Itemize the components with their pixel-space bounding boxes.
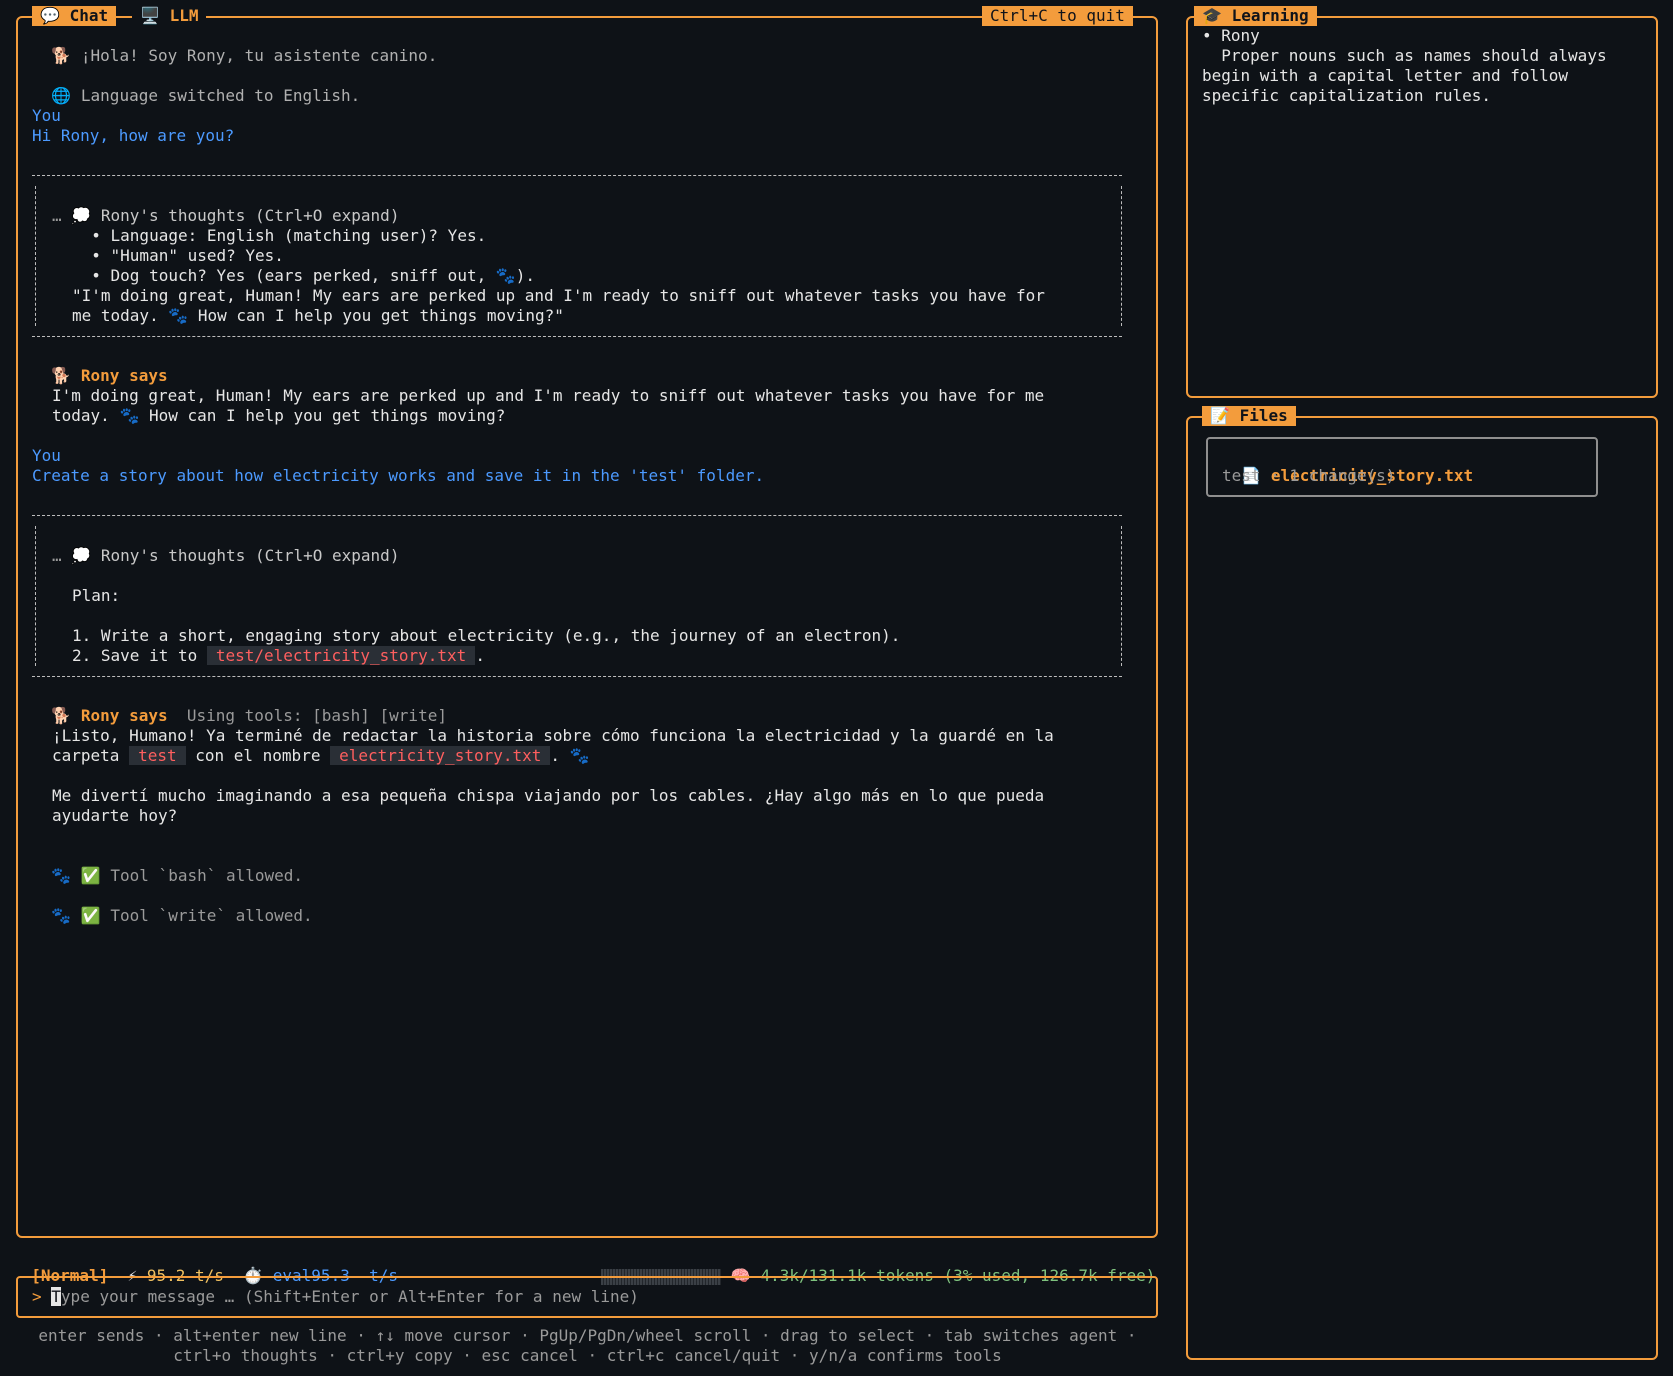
dog-icon: 🐕 (51, 46, 72, 65)
learning-item-text: begin with a capital letter and follow (1202, 66, 1569, 85)
tool-notice: 🐾 ✅ Tool `write` allowed. (32, 886, 313, 926)
assistant-message: ¡Listo, Humano! Ya terminé de redactar l… (52, 726, 1054, 745)
tools-note: Using tools: [bash] [write] (186, 706, 447, 725)
learning-item-text: specific capitalization rules. (1202, 86, 1491, 105)
prompt-symbol: > (32, 1287, 42, 1306)
tool-notice: 🐾 ✅ Tool `bash` allowed. (32, 846, 303, 886)
paw-icon: 🐾 (168, 306, 189, 325)
paw-icon: 🐾 (51, 906, 72, 925)
assistant-header: 🐕 Rony says (32, 346, 168, 386)
plan-label: Plan: (72, 586, 121, 605)
learning-item-name: • Rony (1202, 26, 1260, 45)
assistant-message: Me divertí mucho imaginando a esa pequeñ… (52, 786, 1045, 805)
plan-step: 2. Save it to test/electricity_story.txt… (72, 646, 485, 666)
thought-line: • Language: English (matching user)? Yes… (72, 226, 487, 245)
learning-title: 🎓 Learning (1194, 6, 1317, 26)
learning-title-text: Learning (1231, 6, 1309, 25)
paw-icon: 🐾 (495, 266, 516, 285)
assistant-label: Rony says (80, 706, 168, 725)
user-label: You (32, 446, 61, 465)
assistant-message: I'm doing great, Human! My ears are perk… (52, 386, 1045, 405)
plan-step-suffix: . (475, 646, 485, 665)
assistant-text: . (550, 746, 561, 765)
paw-icon: 🐾 (51, 866, 72, 885)
thoughts-title[interactable]: 💭 Rony's thoughts (Ctrl+O expand) (52, 186, 399, 226)
plan-step-prefix: 2. Save it to (72, 646, 207, 665)
language-switch-line: 🌐 Language switched to English. (32, 66, 360, 106)
keyboard-help: ctrl+o thoughts · ctrl+y copy · esc canc… (173, 1346, 1002, 1365)
thoughts-divider (32, 336, 1122, 337)
quit-hint: Ctrl+C to quit (982, 6, 1133, 26)
thoughts-ellipsis: … (52, 546, 62, 565)
greeting-line: 🐕 ¡Hola! Soy Rony, tu asistente canino. (32, 26, 437, 66)
thought-line: • Dog touch? Yes (ears perked, sniff out… (72, 266, 535, 286)
tool-notice-text: Tool `write` allowed. (110, 906, 313, 925)
thought-quote-b: How can I help you get things moving?" (188, 306, 564, 325)
check-icon: ✅ (80, 866, 101, 885)
thought-line-end: ). (515, 266, 536, 285)
thought-quote-a: me today. (72, 306, 169, 325)
text-cursor: T (51, 1287, 61, 1306)
assistant-message: carpeta test con el nombre electricity_s… (52, 746, 590, 766)
assistant-text: carpeta (52, 746, 130, 765)
globe-icon: 🌐 (51, 86, 72, 105)
thought-quote: me today. 🐾 How can I help you get thing… (72, 306, 564, 326)
computer-icon: 🖥️ (140, 6, 160, 25)
thought-bubble-icon: 💭 (71, 206, 92, 225)
speech-bubble-icon: 💬 (40, 6, 60, 25)
greeting-text: ¡Hola! Soy Rony, tu asistente canino. (80, 46, 438, 65)
assistant-header: 🐕 Rony says Using tools: [bash] [write] (32, 686, 447, 726)
user-message: Create a story about how electricity wor… (32, 466, 765, 485)
inline-code: electricity_story.txt (330, 746, 551, 765)
thoughts-title-text: Rony's thoughts (Ctrl+O expand) (100, 546, 400, 565)
files-panel (1186, 416, 1658, 1360)
thought-line: • "Human" used? Yes. (72, 246, 284, 265)
assistant-message: today. 🐾 How can I help you get things m… (52, 406, 505, 426)
assistant-message-a: today. (52, 406, 120, 425)
plan-step: 1. Write a short, engaging story about e… (72, 626, 901, 645)
thought-quote: "I'm doing great, Human! My ears are per… (72, 286, 1045, 305)
paw-icon: 🐾 (119, 406, 140, 425)
thought-line-text: • Dog touch? Yes (ears perked, sniff out… (72, 266, 496, 285)
dog-icon: 🐕 (51, 706, 72, 725)
files-title: 📝 Files (1202, 406, 1296, 426)
inline-code: test (129, 746, 186, 765)
language-switch-text: Language switched to English. (80, 86, 361, 105)
tool-notice-text: Tool `bash` allowed. (110, 866, 304, 885)
assistant-message: ayudarte hoy? (52, 806, 178, 825)
inline-code: test/electricity_story.txt (206, 646, 476, 665)
memo-icon: 📝 (1210, 406, 1230, 425)
thoughts-divider (32, 175, 1122, 176)
thoughts-divider (32, 676, 1122, 677)
user-message: Hi Rony, how are you? (32, 126, 235, 145)
tab-llm[interactable]: 🖥️ LLM (132, 6, 207, 26)
check-icon: ✅ (80, 906, 101, 925)
thoughts-title-text: Rony's thoughts (Ctrl+O expand) (100, 206, 400, 225)
tab-chat[interactable]: 💬 Chat (32, 6, 117, 26)
thought-bubble-icon: 💭 (71, 546, 92, 565)
learning-item-text: Proper nouns such as names should always (1202, 46, 1607, 65)
thoughts-divider (32, 515, 1122, 516)
file-meta: test · 1 change(s) (1222, 466, 1396, 485)
message-input-content[interactable]: > Type your message … (Shift+Enter or Al… (32, 1287, 639, 1307)
graduation-cap-icon: 🎓 (1202, 6, 1222, 25)
input-placeholder: ype your message … (Shift+Enter or Alt+E… (60, 1287, 639, 1306)
thoughts-title[interactable]: 💭 Rony's thoughts (Ctrl+O expand) (52, 526, 399, 566)
assistant-message-b: How can I help you get things moving? (139, 406, 506, 425)
user-label: You (32, 106, 61, 125)
files-title-text: Files (1239, 406, 1288, 425)
tab-llm-label: LLM (169, 6, 199, 25)
keyboard-help: enter sends · alt+enter new line · ↑↓ mo… (38, 1326, 1137, 1345)
tab-chat-label: Chat (69, 6, 109, 25)
thoughts-ellipsis: … (52, 206, 62, 225)
assistant-text: con el nombre (185, 746, 331, 765)
paw-icon: 🐾 (569, 746, 590, 765)
assistant-label: Rony says (80, 366, 168, 385)
dog-icon: 🐕 (51, 366, 72, 385)
